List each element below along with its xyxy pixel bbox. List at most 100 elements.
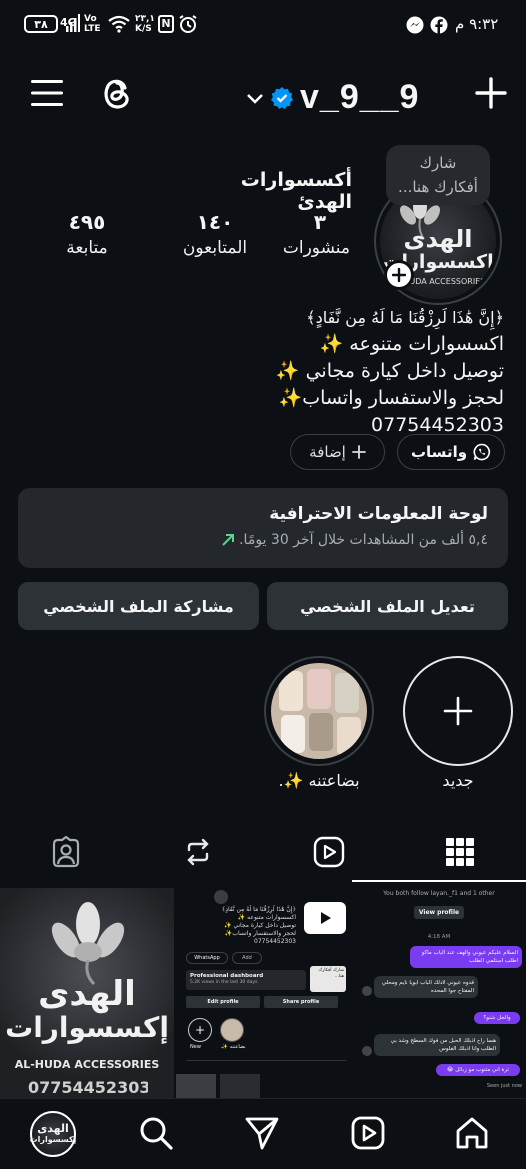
- nav-search[interactable]: [138, 1115, 178, 1155]
- messenger-icon: [406, 16, 424, 38]
- highlight-item[interactable]: [264, 656, 374, 766]
- facebook-icon: [430, 16, 448, 38]
- speed-indicator: ٢٣,١ K/S: [135, 14, 155, 34]
- post-logo-bottom: إكسسوارات: [5, 1011, 169, 1044]
- stat-followers-value: ١٤٠: [196, 210, 234, 234]
- chat-message-sent: السلام عليكم عيوني والهف عند الباب ماكو …: [410, 946, 522, 968]
- post-hl-label: بضاعتنه ✨.: [220, 1044, 246, 1050]
- tab-reels[interactable]: [307, 830, 351, 874]
- post-logo-phone: 07754452303: [28, 1078, 148, 1097]
- dashboard-subtitle: ٥,٤ ألف من المشاهدات خلال آخر 30 يومًا.: [239, 532, 488, 548]
- whatsapp-label: واتساب: [410, 443, 468, 461]
- post-thumbnail[interactable]: ﴿إِنَّ هَٰذَا لَرِزْقُنَا مَا لَهُ مِن ن…: [176, 888, 350, 1098]
- nav-avatar-text: الهدى: [37, 1122, 69, 1135]
- stat-following[interactable]: ٤٩٥ متابعة: [52, 210, 122, 258]
- tagged-icon: [52, 836, 80, 868]
- dashboard-title: لوحة المعلومات الاحترافية: [269, 504, 488, 524]
- bio-line: لحجز والاستفسار واتساب✨: [278, 387, 504, 409]
- threads-button[interactable]: [100, 74, 134, 112]
- post-edit-btn: Edit profile: [186, 996, 260, 1008]
- avatar-text-top: الهدى: [403, 225, 473, 253]
- edit-profile-button[interactable]: تعديل الملف الشخصي: [267, 582, 508, 630]
- reposts-icon: [187, 838, 209, 866]
- alarm-icon: [178, 14, 198, 38]
- bottom-nav: الهدى إكسسوارات: [0, 1098, 526, 1169]
- nav-messages[interactable]: [244, 1115, 284, 1155]
- chat-seen: Seen just now: [486, 1083, 522, 1089]
- create-button[interactable]: [474, 76, 508, 110]
- profile-name: أكسسوارات الهدئ: [240, 169, 352, 213]
- threads-icon: [104, 79, 129, 109]
- chat-message-sent: والحل شنو؟: [474, 1012, 520, 1024]
- nav-reels[interactable]: [350, 1115, 390, 1155]
- whatsapp-icon: [473, 443, 491, 461]
- whatsapp-button[interactable]: واتساب: [397, 434, 505, 470]
- stat-followers[interactable]: ١٤٠ المتابعون: [160, 210, 270, 258]
- bio-line: ﴿إِنَّ هَٰذَا لَرِزْقُنَا مَا لَهُ مِن ن…: [306, 308, 504, 327]
- username: v_9__9: [300, 78, 420, 116]
- active-tab-indicator: [352, 880, 526, 882]
- post-new-label: New: [190, 1044, 201, 1050]
- stat-posts[interactable]: ٣ منشورات: [282, 210, 350, 258]
- post-whatsapp-pill: WhatsApp: [186, 952, 228, 964]
- search-icon: [140, 1117, 173, 1150]
- tab-tagged[interactable]: [44, 830, 88, 874]
- menu-button[interactable]: [30, 78, 64, 108]
- bio-line: توصيل داخل كيارة مجاني ✨: [275, 360, 504, 382]
- wifi-icon: [108, 15, 130, 37]
- profile-tabs: [0, 822, 526, 882]
- plus-icon: [392, 268, 406, 282]
- plus-icon: [475, 77, 507, 109]
- post-new-hl: +: [188, 1018, 212, 1042]
- plus-icon: [443, 696, 473, 726]
- tab-grid[interactable]: [438, 830, 482, 874]
- post-thumbnail[interactable]: You both follow layan._f1 and 1 other Vi…: [352, 888, 526, 1098]
- post-logo-en: AL-HUDA ACCESSORIES: [14, 1058, 160, 1071]
- nfc-icon: N: [158, 15, 174, 33]
- post-thumbnail[interactable]: الهدى إكسسوارات AL-HUDA ACCESSORIES 0775…: [0, 888, 174, 1098]
- bio-line: اكسسوارات متنوعه ✨: [319, 333, 504, 355]
- dashboard-subtitle-row: ٥,٤ ألف من المشاهدات خلال آخر 30 يومًا.: [221, 532, 488, 548]
- add-story-button[interactable]: [384, 260, 414, 290]
- share-profile-button[interactable]: مشاركة الملف الشخصي: [18, 582, 259, 630]
- clock: ٩:٣٢ م: [455, 15, 499, 33]
- post-logo-top: الهدى: [38, 974, 136, 1014]
- chat-message-received: هسا راح اذبلك الحبل من فوك السطح وشد بي …: [374, 1034, 500, 1056]
- reel-play-icon: [304, 902, 346, 934]
- post-tooltip: شارك أفكارك هنا...: [310, 966, 346, 992]
- reels-icon: [351, 1116, 385, 1150]
- stat-following-value: ٤٩٥: [68, 210, 106, 234]
- add-link-button[interactable]: إضافة: [290, 434, 385, 470]
- chat-view-profile: View profile: [414, 906, 464, 919]
- chat-follow-note: You both follow layan._f1 and 1 other: [383, 890, 495, 897]
- highlight-label: بضاعتنه ✨.: [278, 771, 360, 790]
- stat-followers-label: المتابعون: [182, 238, 248, 258]
- post-hl-cover: [220, 1018, 244, 1042]
- tab-reposts[interactable]: [176, 830, 220, 874]
- nav-profile[interactable]: الهدى إكسسوارات: [30, 1111, 76, 1157]
- new-highlight-button[interactable]: [403, 656, 513, 766]
- stat-following-label: متابعة: [66, 238, 108, 258]
- add-link-label: إضافة: [309, 443, 346, 461]
- send-icon: [245, 1117, 279, 1150]
- account-switcher[interactable]: v_9__9: [246, 78, 419, 117]
- chevron-down-icon: [247, 93, 263, 104]
- chat-message-sent: ترة اني متنوب مو زبائل 😂: [436, 1064, 520, 1076]
- bio: ﴿إِنَّ هَٰذَا لَرِزْقُنَا مَا لَهُ مِن ن…: [250, 304, 504, 439]
- note-bubble[interactable]: شارك أفكارك هنا...: [386, 145, 490, 205]
- highlight-cover: [271, 663, 367, 759]
- status-bar: ٣٨ 4G Vo LTE ٢٣,١ K/S N ٩:٣٢ م: [0, 0, 526, 52]
- signal-icon: [66, 14, 80, 36]
- nav-home[interactable]: [454, 1115, 494, 1155]
- battery-icon: ٣٨: [24, 15, 58, 33]
- post-dashboard: Professional dashboard 5.2K views in the…: [186, 970, 306, 990]
- battery-level: ٣٨: [34, 17, 48, 31]
- professional-dashboard[interactable]: لوحة المعلومات الاحترافية ٥,٤ ألف من الم…: [18, 488, 508, 568]
- home-icon: [456, 1117, 488, 1149]
- new-highlight-label: جديد: [442, 771, 474, 790]
- post-add-pill: Add: [232, 952, 262, 964]
- stat-posts-label: منشورات: [282, 238, 350, 258]
- volte-indicator: Vo LTE: [84, 14, 101, 34]
- post-bio-preview: ﴿إِنَّ هَٰذَا لَرِزْقُنَا مَا لَهُ مِن ن…: [221, 906, 296, 945]
- menu-icon: [31, 80, 63, 106]
